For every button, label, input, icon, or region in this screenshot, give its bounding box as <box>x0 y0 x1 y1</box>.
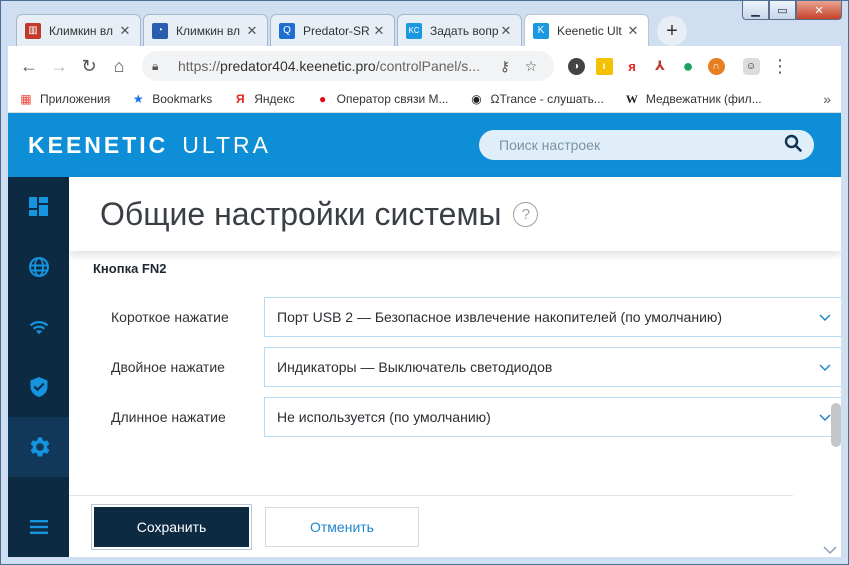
address-bar[interactable]: 🔒︎ https://predator404.keenetic.pro/cont… <box>142 51 554 81</box>
setting-row-double-press: Двойное нажатие Индикаторы — Выключатель… <box>69 347 841 387</box>
chevron-down-icon <box>819 414 831 422</box>
reload-button[interactable]: ↻ <box>74 51 104 81</box>
bookmark-trance[interactable]: ◉ ΩTrance - слушать... <box>469 91 604 107</box>
setting-label: Двойное нажатие <box>111 359 225 375</box>
sidebar-item-settings[interactable] <box>8 417 69 477</box>
tab-favicon-icon: KC <box>406 22 422 39</box>
tab-title: Задать вопр <box>430 23 499 38</box>
tab-favicon-icon: Q <box>279 22 295 39</box>
setting-label: Короткое нажатие <box>111 309 229 325</box>
wikipedia-icon: W <box>625 91 638 106</box>
tab-favicon-icon: ▥ <box>25 22 41 39</box>
extension-icon[interactable]: ι <box>591 53 617 79</box>
gear-icon <box>30 437 49 457</box>
bookmark-apps[interactable]: ▦ Приложения <box>18 91 110 107</box>
tab-title: Климкин вл <box>49 23 113 38</box>
browser-window: ▁ ▭ ✕ ▥ Климкин вл ✕ ◔ Климкин вл ✕ Q Pr… <box>0 0 849 565</box>
new-tab-button[interactable]: + <box>657 16 687 46</box>
chat-extension-icon[interactable]: ● <box>675 53 701 79</box>
sidebar <box>8 177 69 557</box>
tab-favicon-icon: K <box>533 22 549 39</box>
chevron-down-icon[interactable] <box>823 545 837 555</box>
section-title: Кнопка FN2 <box>93 261 167 276</box>
setting-row-short-press: Короткое нажатие Порт USB 2 — Безопасное… <box>69 297 841 337</box>
browser-toolbar: ← → ↻ ⌂ 🔒︎ https://predator404.keenetic.… <box>8 46 841 86</box>
tab-title: Predator-SR <box>303 23 370 38</box>
tab-klimkin-1[interactable]: ▥ Климкин вл ✕ <box>16 14 141 46</box>
tab-close-icon[interactable]: ✕ <box>372 23 386 39</box>
bookmark-yandex[interactable]: Я Яндекс <box>232 91 295 107</box>
dashboard-icon <box>28 197 48 216</box>
sidebar-menu-toggle[interactable] <box>8 497 69 557</box>
long-press-select[interactable]: Не используется (по умолчанию) <box>264 397 841 437</box>
setting-label: Длинное нажатие <box>111 409 226 425</box>
tab-predator[interactable]: Q Predator-SR ✕ <box>270 14 395 46</box>
tab-close-icon[interactable]: ✕ <box>118 23 132 39</box>
search-input[interactable] <box>499 137 784 153</box>
lock-icon[interactable]: 🔒︎ <box>152 59 168 74</box>
profile-avatar-icon[interactable]: ☺ <box>738 53 764 79</box>
help-icon[interactable]: ? <box>513 201 539 227</box>
key-icon[interactable]: ⚷ <box>492 58 518 75</box>
bookmark-medvezhatnik[interactable]: W Медвежатник (фил... <box>624 91 762 107</box>
tab-favicon-icon: ◔ <box>152 22 168 39</box>
hamburger-menu-icon <box>29 520 48 534</box>
bookmark-star-icon[interactable]: ☆ <box>518 58 544 75</box>
sidebar-item-dashboard[interactable] <box>8 177 69 237</box>
cancel-button[interactable]: Отменить <box>265 507 419 547</box>
tab-close-icon[interactable]: ✕ <box>499 23 513 39</box>
yandex-extension-icon[interactable]: я <box>619 53 645 79</box>
chevron-down-icon <box>819 314 831 322</box>
tab-close-icon[interactable]: ✕ <box>245 23 259 39</box>
star-icon: ★ <box>132 92 144 106</box>
extension-icon[interactable]: ∩ <box>703 53 729 79</box>
web-page: KEENETIC ULTRA Поиск настроек Общие наст… <box>8 113 841 557</box>
tab-keenetic-ultra[interactable]: K Keenetic Ult ✕ <box>524 14 649 46</box>
sidebar-item-wifi[interactable] <box>8 297 69 357</box>
search-icon[interactable] <box>784 134 802 157</box>
globe-icon <box>28 257 49 277</box>
extension-icon[interactable]: ◑ <box>563 53 589 79</box>
sidebar-item-security[interactable] <box>8 357 69 417</box>
chrome-menu-icon[interactable]: ⋮ <box>765 51 795 81</box>
divider <box>69 495 793 496</box>
home-button[interactable]: ⌂ <box>104 51 134 81</box>
tab-strip: ▥ Климкин вл ✕ ◔ Климкин вл ✕ Q Predator… <box>16 14 848 46</box>
back-button[interactable]: ← <box>14 51 44 81</box>
tab-ask-question[interactable]: KC Задать вопр ✕ <box>397 14 522 46</box>
forward-button[interactable]: → <box>44 51 74 81</box>
yandex-icon: Я <box>235 92 245 106</box>
tab-klimkin-2[interactable]: ◔ Климкин вл ✕ <box>143 14 268 46</box>
short-press-select[interactable]: Порт USB 2 — Безопасное извлечение накоп… <box>264 297 841 337</box>
tab-title: Климкин вл <box>176 23 240 38</box>
setting-row-long-press: Длинное нажатие Не используется (по умол… <box>69 397 841 437</box>
bookmark-mts[interactable]: ● Оператор связи М... <box>315 91 449 107</box>
pdf-extension-icon[interactable]: ⅄ <box>647 53 673 79</box>
keenetic-header: KEENETIC ULTRA <box>8 113 841 177</box>
mts-icon: ● <box>318 92 327 106</box>
url-text[interactable]: https://predator404.keenetic.pro/control… <box>178 58 492 74</box>
scrollbar-thumb[interactable] <box>831 403 841 447</box>
bookmarks-bar: ▦ Приложения ★ Bookmarks Я Яндекс ● Оператор… <box>8 86 841 113</box>
chevron-down-icon <box>819 364 831 372</box>
save-button[interactable]: Сохранить <box>94 507 249 547</box>
tab-close-icon[interactable]: ✕ <box>626 23 640 39</box>
keenetic-logo[interactable]: KEENETIC ULTRA <box>28 132 271 159</box>
shield-icon <box>30 377 47 397</box>
bookmark-bookmarks[interactable]: ★ Bookmarks <box>130 91 212 107</box>
main-content: Общие настройки системы ? Кнопка FN2 Кор… <box>69 177 841 557</box>
page-title: Общие настройки системы <box>100 195 502 232</box>
tab-title: Keenetic Ult <box>557 23 622 38</box>
record-icon: ◉ <box>471 92 482 106</box>
sidebar-item-internet[interactable] <box>8 237 69 297</box>
double-press-select[interactable]: Индикаторы — Выключатель светодиодов <box>264 347 841 387</box>
settings-search <box>479 130 814 160</box>
page-title-bar: Общие настройки системы ? <box>69 177 841 251</box>
wifi-icon <box>29 320 48 335</box>
apps-grid-icon: ▦ <box>20 92 32 106</box>
bookmarks-overflow-icon[interactable]: » <box>823 91 831 107</box>
